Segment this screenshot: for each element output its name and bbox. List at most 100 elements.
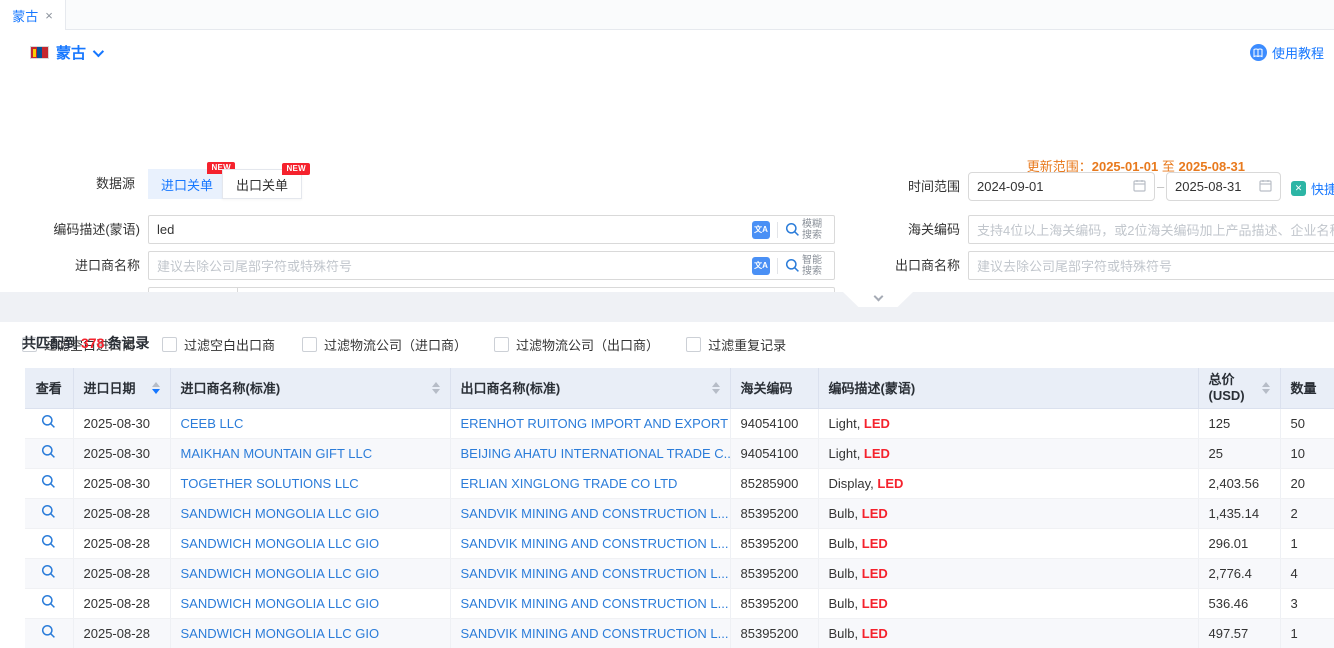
tutorial-link[interactable]: 使用教程 [1250,43,1324,62]
col-importer[interactable]: 进口商名称(标准) [170,368,450,408]
cell-hs-code: 94054100 [730,438,818,468]
cell-total-price: 497.57 [1198,618,1280,648]
row-desc: Light, [829,446,864,461]
code-desc-input[interactable]: led 文A 模糊搜索 [148,215,835,244]
row-desc-highlight: LED [862,536,888,551]
exporter-link[interactable]: ERLIAN XINGLONG TRADE CO LTD [461,476,678,491]
tab-import-declarations[interactable]: 进口关单 NEW [148,169,226,199]
fuzzy-search-button[interactable]: 模糊搜索 [785,219,826,241]
exporter-link[interactable]: BEIJING AHATU INTERNATIONAL TRADE C... [461,446,731,461]
checkbox-filter-logistics-importer[interactable]: 过滤物流公司（进口商） [302,335,467,354]
data-source-label: 数据源 [45,169,135,198]
tab-import-label: 进口关单 [161,175,213,194]
panel-divider-band [0,292,1334,322]
country-selector[interactable]: 蒙古 [30,42,101,63]
sort-icon[interactable] [146,382,160,394]
cell-total-price: 1,435.14 [1198,498,1280,528]
chevron-down-icon [93,45,104,56]
checkbox-icon [162,337,177,352]
translate-icon[interactable]: 文A [752,257,770,275]
sort-icon[interactable] [426,382,440,394]
row-price: 1,435.14 [1209,506,1260,521]
chevron-down-icon [873,292,883,302]
cell-hs-code: 94054100 [730,408,818,438]
cell-exporter: SANDVIK MINING AND CONSTRUCTION L... [450,618,730,648]
cell-total-price: 125 [1198,408,1280,438]
importer-link[interactable]: SANDWICH MONGOLIA LLC GIO [181,506,380,521]
view-detail-button[interactable] [41,474,56,489]
exporter-label: 出口商名称 [880,251,960,280]
sort-icon[interactable] [1256,382,1270,394]
row-price: 296.01 [1209,536,1249,551]
cell-import-date: 2025-08-30 [73,408,170,438]
row-hs: 85285900 [741,476,799,491]
importer-link[interactable]: SANDWICH MONGOLIA LLC GIO [181,596,380,611]
row-desc: Bulb, [829,536,862,551]
cell-code-desc: Bulb, LED [818,498,1198,528]
checkbox-label: 过滤物流公司（出口商） [516,335,659,354]
view-detail-button[interactable] [41,624,56,639]
row-qty: 3 [1291,596,1298,611]
sort-icon[interactable] [706,382,720,394]
row-hs: 85395200 [741,596,799,611]
hs-code-input[interactable]: 支持4位以上海关编码，或2位海关编码加上产品描述、企业名称 [968,215,1334,244]
importer-link[interactable]: CEEB LLC [181,416,244,431]
importer-link[interactable]: SANDWICH MONGOLIA LLC GIO [181,566,380,581]
cell-importer: SANDWICH MONGOLIA LLC GIO [170,588,450,618]
exporter-link[interactable]: SANDVIK MINING AND CONSTRUCTION L... [461,566,729,581]
date-end-input[interactable]: 2025-08-31 [1166,172,1281,201]
smart-search-button[interactable]: 智能搜索 [785,255,826,277]
checkbox-filter-duplicates[interactable]: 过滤重复记录 [686,335,786,354]
view-detail-button[interactable] [41,444,56,459]
row-desc-highlight: LED [864,446,890,461]
cell-hs-code: 85395200 [730,498,818,528]
date-end-value: 2025-08-31 [1175,179,1242,194]
shortcut-button[interactable]: ✕ 快捷 [1291,179,1334,198]
row-desc-highlight: LED [862,596,888,611]
col-total-price[interactable]: 总价 (USD) [1198,368,1280,408]
col-import-date[interactable]: 进口日期 [73,368,170,408]
importer-link[interactable]: SANDWICH MONGOLIA LLC GIO [181,626,380,641]
view-detail-button[interactable] [41,534,56,549]
exporter-input[interactable]: 建议去除公司尾部字符或特殊符号 [968,251,1334,280]
row-hs: 85395200 [741,536,799,551]
row-hs: 85395200 [741,506,799,521]
importer-link[interactable]: TOGETHER SOLUTIONS LLC [181,476,359,491]
row-desc: Bulb, [829,566,862,581]
importer-link[interactable]: SANDWICH MONGOLIA LLC GIO [181,536,380,551]
row-date: 2025-08-28 [84,536,151,551]
col-exporter[interactable]: 出口商名称(标准) [450,368,730,408]
importer-input[interactable]: 建议去除公司尾部字符或特殊符号 文A 智能搜索 [148,251,835,280]
importer-link[interactable]: MAIKHAN MOUNTAIN GIFT LLC [181,446,373,461]
checkbox-filter-blank-exporter[interactable]: 过滤空白出口商 [162,335,275,354]
checkbox-filter-logistics-exporter[interactable]: 过滤物流公司（出口商） [494,335,659,354]
cell-code-desc: Bulb, LED [818,558,1198,588]
code-desc-label: 编码描述(蒙语) [30,215,140,244]
table-row: 2025-08-30 MAIKHAN MOUNTAIN GIFT LLC BEI… [25,438,1334,468]
calendar-icon [1133,179,1146,195]
exporter-link[interactable]: SANDVIK MINING AND CONSTRUCTION L... [461,506,729,521]
exporter-link[interactable]: SANDVIK MINING AND CONSTRUCTION L... [461,536,729,551]
exporter-link[interactable]: SANDVIK MINING AND CONSTRUCTION L... [461,596,729,611]
col-label: 总价 (USD) [1209,372,1245,405]
view-detail-button[interactable] [41,594,56,609]
exporter-link[interactable]: ERENHOT RUITONG IMPORT AND EXPORT ... [461,416,731,431]
row-qty: 10 [1291,446,1305,461]
row-price: 2,403.56 [1209,476,1260,491]
date-start-input[interactable]: 2024-09-01 [968,172,1155,201]
col-quantity: 数量 [1280,368,1334,408]
date-start-value: 2024-09-01 [977,179,1044,194]
row-desc-highlight: LED [862,626,888,641]
time-range-label: 时间范围 [880,172,960,201]
cell-code-desc: Light, LED [818,438,1198,468]
exporter-link[interactable]: SANDVIK MINING AND CONSTRUCTION L... [461,626,729,641]
view-detail-button[interactable] [41,564,56,579]
view-detail-button[interactable] [41,504,56,519]
result-count: 378 [78,335,107,351]
view-detail-button[interactable] [41,414,56,429]
tab-export-declarations[interactable]: 出口关单 NEW [222,169,302,199]
mongolia-flag-icon [30,46,49,59]
tab-mongolia[interactable]: 蒙古 × [0,0,66,30]
translate-icon[interactable]: 文A [752,221,770,239]
close-icon[interactable]: × [45,9,53,22]
